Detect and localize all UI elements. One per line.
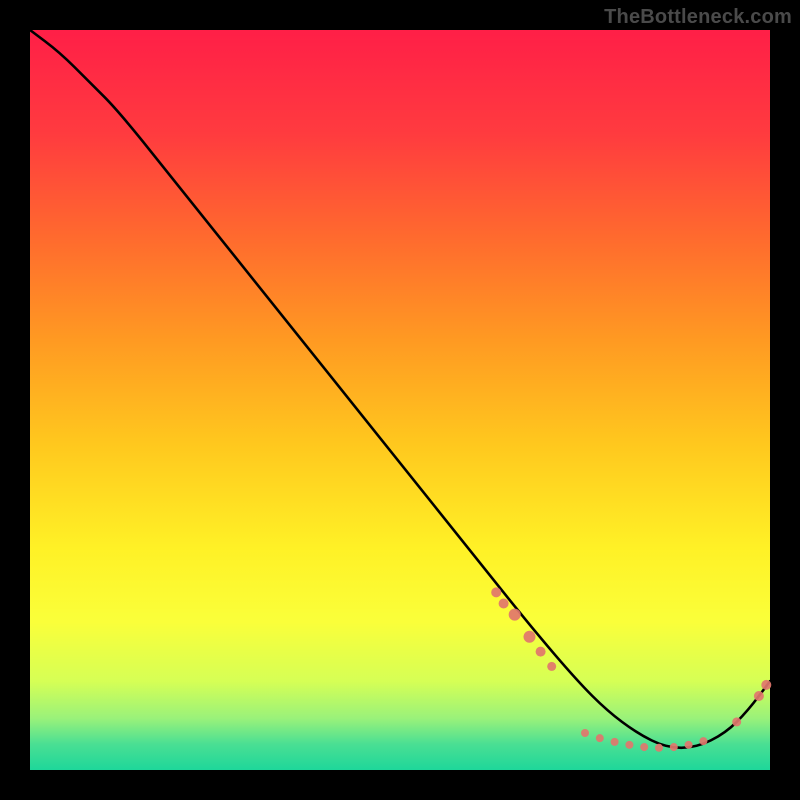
- data-point-valley-floor: [611, 738, 619, 746]
- bottleneck-curve: [30, 30, 770, 748]
- data-point-ascent: [754, 691, 764, 701]
- data-point-valley-floor: [670, 743, 678, 751]
- data-point-ascent: [732, 717, 741, 726]
- data-point-valley-floor: [640, 743, 648, 751]
- data-point-ascent: [761, 680, 771, 690]
- data-point-cluster-descent: [509, 609, 521, 621]
- data-point-valley-floor: [625, 741, 633, 749]
- chart-stage: TheBottleneck.com: [0, 0, 800, 800]
- data-point-valley-floor: [685, 741, 693, 749]
- chart-overlay: [30, 30, 770, 770]
- data-point-cluster-descent: [536, 647, 546, 657]
- data-point-cluster-descent: [491, 587, 501, 597]
- plot-area: [30, 30, 770, 770]
- data-point-valley-floor: [596, 734, 604, 742]
- watermark-text: TheBottleneck.com: [604, 6, 792, 29]
- data-point-valley-floor: [655, 744, 663, 752]
- data-point-valley-floor: [581, 729, 589, 737]
- data-point-cluster-descent: [547, 662, 556, 671]
- data-point-valley-floor: [699, 737, 707, 745]
- data-point-cluster-descent: [499, 598, 509, 608]
- data-point-cluster-descent: [523, 631, 535, 643]
